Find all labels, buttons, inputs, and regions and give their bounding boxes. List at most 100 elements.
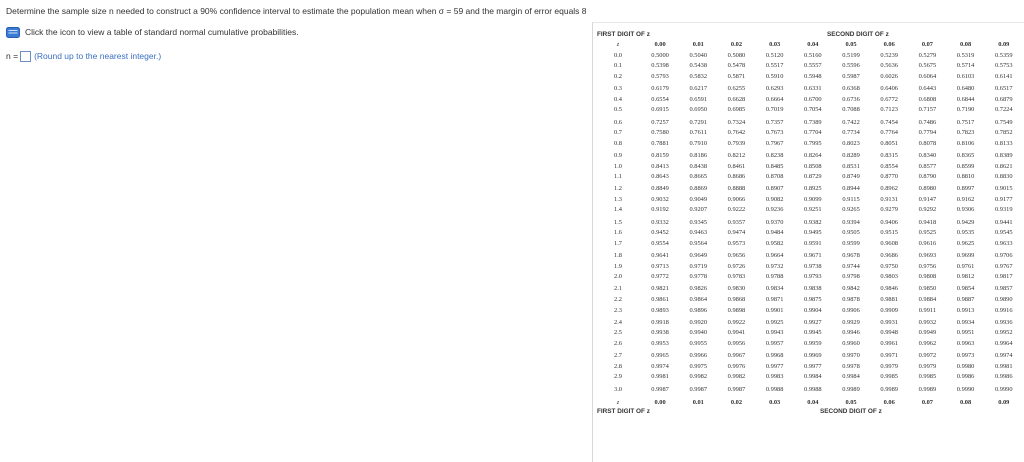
probability-cell: 0.9656 [727,252,746,260]
probability-cell: 0.9927 [804,318,822,326]
probability-cell: 0.8186 [689,151,708,159]
probability-cell: 0.8485 [765,162,784,170]
row-z-value: 1.8 [614,252,622,260]
probability-cell: 0.7673 [765,129,784,137]
column-footer: 0.06 [883,398,895,406]
probability-cell: 0.8849 [651,185,669,193]
probability-cell: 0.5199 [842,51,860,59]
probability-cell: 0.9916 [994,306,1013,314]
probability-cell: 0.8997 [956,185,975,193]
column-footer: 0.01 [692,398,704,406]
probability-cell: 0.8888 [727,185,746,193]
probability-cell: 0.7454 [880,118,898,126]
probability-cell: 0.9951 [956,329,975,337]
row-z-value: 2.4 [614,318,622,326]
probability-cell: 0.8790 [918,173,937,181]
probability-cell: 0.7967 [765,139,784,147]
probability-cell: 0.6026 [880,72,898,80]
probability-cell: 0.6736 [842,95,860,103]
table-row: 2.2 0.9861 0.9864 0.9868 0.9871 0.9875 0.9878 0… [595,294,1023,305]
column-header: 0.05 [845,40,857,48]
row-z-value: 1.9 [614,262,622,270]
probability-cell: 0.9974 [651,362,669,370]
probability-cell: 0.9987 [689,385,708,393]
row-z-value: 0.7 [614,129,622,137]
probability-cell: 0.6628 [727,95,746,103]
second-digit-label-top: SECOND DIGIT OF z [827,31,889,38]
probability-cell: 0.9778 [689,273,708,281]
row-z-value: 2.3 [614,306,622,314]
table-row: 2.3 0.9893 0.9896 0.9898 0.9901 0.9904 0.9906 0… [595,305,1023,316]
z-symbol-footer: z [616,398,620,406]
probability-cell: 0.9803 [880,273,898,281]
probability-cell: 0.7224 [994,106,1013,114]
probability-cell: 0.9345 [689,218,708,226]
probability-cell: 0.9977 [765,362,784,370]
probability-cell: 0.9162 [956,195,975,203]
probability-cell: 0.9987 [727,385,746,393]
probability-cell: 0.9982 [689,373,708,381]
probability-cell: 0.6700 [804,95,822,103]
probability-cell: 0.9713 [651,262,669,270]
column-footer: 0.00 [654,398,666,406]
row-z-value: 1.0 [614,162,622,170]
probability-cell: 0.8413 [651,162,669,170]
probability-cell: 0.6950 [689,106,708,114]
column-header: 0.09 [998,40,1010,48]
probability-cell: 0.9772 [651,273,669,281]
probability-cell: 0.9545 [994,229,1013,237]
table-row: 0.1 0.5398 0.5438 0.5478 0.5517 0.5557 0.5596 0… [595,61,1023,72]
table-row: 0.4 0.6554 0.6591 0.6628 0.6664 0.6700 0.6736 0… [595,94,1023,105]
probability-cell: 0.8944 [842,185,860,193]
probability-cell: 0.9956 [727,339,746,347]
probability-cell: 0.9979 [880,362,898,370]
probability-cell: 0.8212 [727,151,746,159]
probability-cell: 0.9945 [804,329,822,337]
probability-cell: 0.9913 [956,306,975,314]
probability-cell: 0.7357 [765,118,784,126]
probability-cell: 0.9988 [804,385,822,393]
row-z-value: 1.5 [614,218,622,226]
answer-hint: (Round up to the nearest integer.) [34,51,162,61]
probability-cell: 0.5120 [765,51,784,59]
probability-cell: 0.8925 [804,185,822,193]
probability-cell: 0.9962 [918,339,937,347]
probability-cell: 0.9015 [994,185,1013,193]
probability-cell: 0.9979 [918,362,937,370]
probability-cell: 0.8621 [994,162,1013,170]
probability-cell: 0.7611 [689,129,707,137]
answer-input[interactable] [20,50,32,62]
probability-cell: 0.8106 [956,139,975,147]
row-z-value: 1.4 [614,206,622,214]
row-z-value: 1.1 [614,173,622,181]
probability-cell: 0.5239 [880,51,898,59]
z-table-panel: FIRST DIGIT OF z SECOND DIGIT OF z z 0.00… [592,22,1024,462]
probability-cell: 0.9893 [651,306,669,314]
probability-cell: 0.8531 [842,162,860,170]
probability-cell: 0.8078 [918,139,937,147]
probability-cell: 0.6064 [918,72,937,80]
probability-cell: 0.9936 [994,318,1013,326]
probability-cell: 0.5319 [956,51,975,59]
probability-cell: 0.9986 [994,373,1013,381]
table-row: 1.9 0.9713 0.9719 0.9726 0.9732 0.9738 0.9744 0… [595,261,1023,272]
table-row: 2.6 0.9953 0.9955 0.9956 0.9957 0.9959 0.9960 0… [595,338,1023,349]
probability-cell: 0.8869 [689,185,708,193]
probability-cell: 0.9961 [880,339,898,347]
answer-label: n = [6,51,19,61]
row-z-value: 2.0 [614,273,622,281]
row-z-value: 0.2 [614,72,622,80]
probability-cell: 0.9370 [765,218,784,226]
table-body: 0.0 0.5000 0.5040 0.5080 0.5120 0.5160 0.5199 0… [595,50,1023,394]
table-icon[interactable] [6,26,20,38]
probability-cell: 0.9838 [804,285,822,293]
probability-cell: 0.9750 [880,262,898,270]
probability-cell: 0.5080 [727,51,746,59]
table-row: 0.8 0.7881 0.7910 0.7939 0.7967 0.7995 0.8023 0… [595,138,1023,149]
probability-cell: 0.9357 [727,218,746,226]
probability-cell: 0.8554 [880,162,898,170]
row-z-value: 0.3 [614,85,622,93]
probability-cell: 0.7580 [651,129,669,137]
probability-cell: 0.9959 [804,339,822,347]
probability-cell: 0.9952 [994,329,1013,337]
